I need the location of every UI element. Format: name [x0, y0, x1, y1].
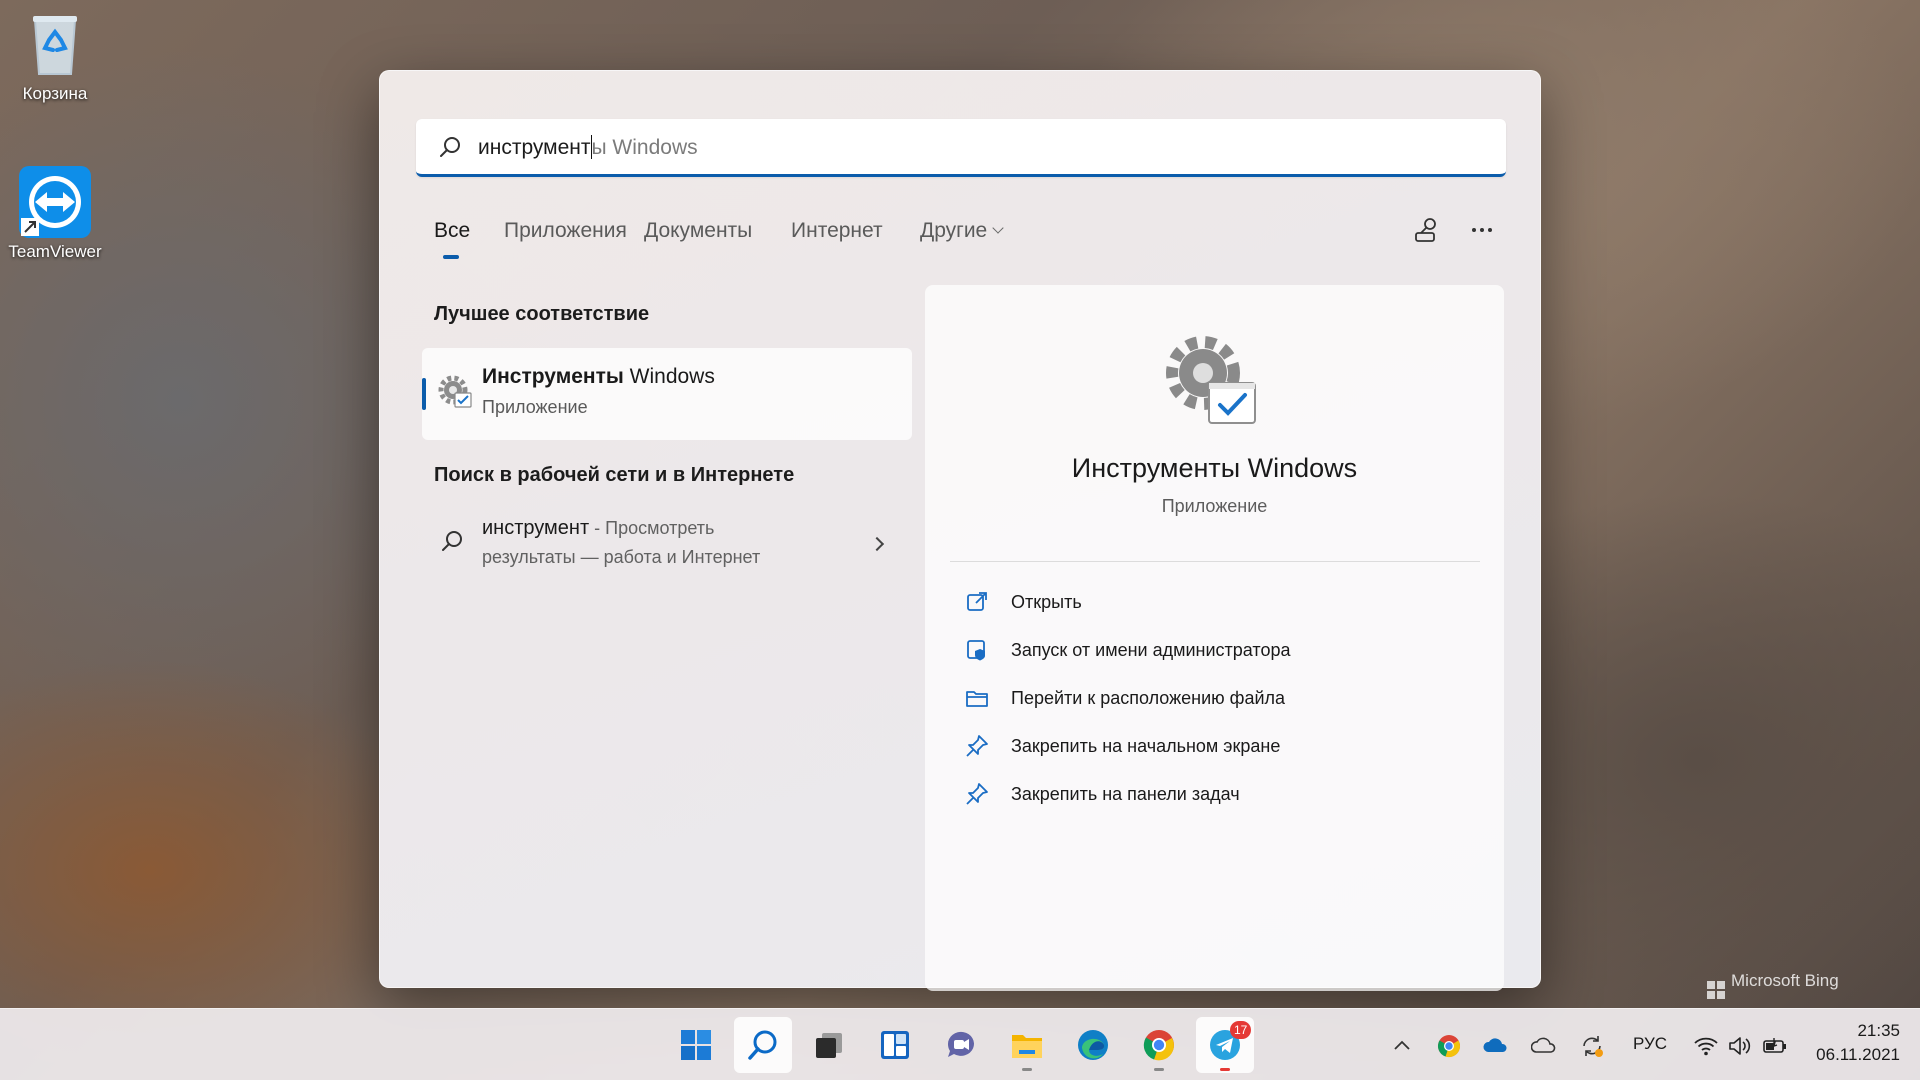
action-open[interactable]: Открыть: [965, 584, 1465, 620]
action-label: Открыть: [1011, 592, 1082, 612]
windows-tools-large-icon: [1166, 336, 1256, 424]
start-button[interactable]: [667, 1017, 725, 1073]
file-explorer-icon: [1012, 1035, 1042, 1058]
chevron-up-icon[interactable]: [1389, 1033, 1415, 1059]
tab-more-label: Другие: [920, 219, 988, 242]
edge-icon: [1078, 1030, 1108, 1060]
open-icon: [967, 592, 987, 611]
web-search-query: инструмент: [482, 517, 590, 539]
divider: [950, 561, 1480, 562]
tab-apps[interactable]: Приложения: [504, 219, 627, 243]
web-search-query-line: инструмент - Просмотреть: [482, 517, 714, 540]
widgets-button[interactable]: [866, 1017, 924, 1073]
folder-icon: [966, 691, 988, 707]
chrome-button[interactable]: [1130, 1017, 1188, 1073]
web-search-suffix: - Просмотреть: [589, 518, 715, 538]
desktop-icon-teamviewer[interactable]: TeamViewer: [5, 166, 105, 262]
desktop-icon-label: TeamViewer: [8, 242, 102, 261]
onedrive-icon[interactable]: [1483, 1033, 1509, 1059]
search-panel: инструменты Windows Все Приложения Докум…: [379, 70, 1541, 991]
active-tab-indicator: [443, 255, 459, 259]
chrome-tray-icon[interactable]: [1436, 1033, 1462, 1059]
task-view-button[interactable]: [800, 1017, 858, 1073]
running-indicator: [1154, 1068, 1164, 1071]
volume-icon[interactable]: [1727, 1033, 1753, 1059]
start-icon: [681, 1030, 711, 1060]
action-label: Перейти к расположению файла: [1011, 688, 1286, 708]
file-explorer-button[interactable]: [998, 1017, 1056, 1073]
search-typed-text: инструмент: [478, 136, 591, 159]
taskbar: 17 РУС 21:35 06.11.2021: [0, 1008, 1920, 1080]
widgets-icon: [881, 1031, 909, 1059]
microsoft-logo-icon: [1707, 981, 1725, 999]
desktop-icon-recycle-bin[interactable]: Корзина: [5, 8, 105, 104]
recycle-bin-icon: [19, 8, 91, 80]
search-input[interactable]: инструменты Windows: [416, 119, 1506, 177]
taskbar-search-button[interactable]: [734, 1017, 792, 1073]
search-query: инструменты Windows: [478, 135, 698, 160]
action-label: Закрепить на начальном экране: [1011, 736, 1281, 756]
battery-icon[interactable]: [1762, 1033, 1788, 1059]
search-icon: [442, 531, 462, 551]
selection-indicator: [422, 378, 426, 410]
chevron-right-icon[interactable]: [869, 536, 885, 552]
admin-shield-icon: [967, 640, 985, 661]
chevron-down-icon: [992, 222, 1004, 234]
watermark-text: Microsoft Bing: [1731, 971, 1839, 990]
action-open-file-location[interactable]: Перейти к расположению файла: [965, 680, 1465, 716]
tab-more[interactable]: Другие: [920, 219, 1004, 243]
clock-time: 21:35: [1857, 1021, 1900, 1040]
search-icon: [748, 1030, 777, 1060]
chrome-icon: [1143, 1030, 1174, 1061]
running-indicator: [1022, 1068, 1032, 1071]
action-label: Запуск от имени администратора: [1011, 640, 1291, 660]
pin-icon: [966, 735, 988, 757]
web-search-description: результаты — работа и Интернет: [482, 547, 761, 567]
detail-pane: Инструменты Windows Приложение Открыть З…: [925, 285, 1504, 991]
share-search-icon[interactable]: [1410, 213, 1444, 247]
wifi-icon[interactable]: [1693, 1033, 1719, 1059]
tab-internet[interactable]: Интернет: [791, 219, 883, 243]
action-label: Закрепить на панели задач: [1011, 784, 1240, 804]
search-icon: [440, 137, 460, 157]
web-search-item[interactable]: инструмент - Просмотреть результаты — ра…: [422, 511, 912, 591]
best-match-title-bold: Инструменты: [482, 365, 624, 388]
clock[interactable]: 21:35 06.11.2021: [1800, 1021, 1900, 1065]
teamviewer-icon: [19, 166, 91, 238]
telegram-button[interactable]: 17: [1196, 1017, 1254, 1073]
best-match-title-rest: Windows: [623, 365, 715, 388]
cloud-icon[interactable]: [1531, 1033, 1557, 1059]
desktop-icon-label: Корзина: [22, 84, 88, 103]
task-view-icon: [816, 1033, 842, 1058]
detail-title: Инструменты Windows: [1071, 453, 1358, 483]
best-match-title: Инструменты Windows: [482, 365, 715, 389]
best-match-heading: Лучшее соответствие: [434, 303, 650, 325]
detail-subtitle: Приложение: [1161, 496, 1268, 516]
action-run-as-admin[interactable]: Запуск от имени администратора: [965, 632, 1465, 668]
web-search-heading: Поиск в рабочей сети и в Интернете: [434, 464, 795, 486]
best-match-subtitle: Приложение: [482, 397, 588, 417]
more-options-icon[interactable]: [1465, 213, 1499, 247]
windows-tools-icon: [438, 375, 472, 408]
action-pin-to-taskbar[interactable]: Закрепить на панели задач: [965, 776, 1465, 812]
tab-all[interactable]: Все: [434, 219, 470, 243]
running-indicator: [1220, 1068, 1230, 1071]
teams-chat-button[interactable]: [932, 1017, 990, 1073]
best-match-item[interactable]: Инструменты Windows Приложение: [422, 348, 912, 440]
edge-button[interactable]: [1064, 1017, 1122, 1073]
tab-documents[interactable]: Документы: [644, 219, 752, 243]
clock-date: 06.11.2021: [1816, 1045, 1900, 1064]
teams-chat-icon: [947, 1031, 974, 1057]
search-autocomplete-text: ы Windows: [591, 136, 698, 159]
action-pin-to-start[interactable]: Закрепить на начальном экране: [965, 728, 1465, 764]
input-language[interactable]: РУС: [1633, 1034, 1667, 1054]
sync-icon[interactable]: [1579, 1033, 1605, 1059]
notification-badge: 17: [1230, 1021, 1252, 1039]
pin-icon: [966, 783, 988, 805]
bing-watermark: Microsoft Bing: [1707, 971, 1839, 999]
